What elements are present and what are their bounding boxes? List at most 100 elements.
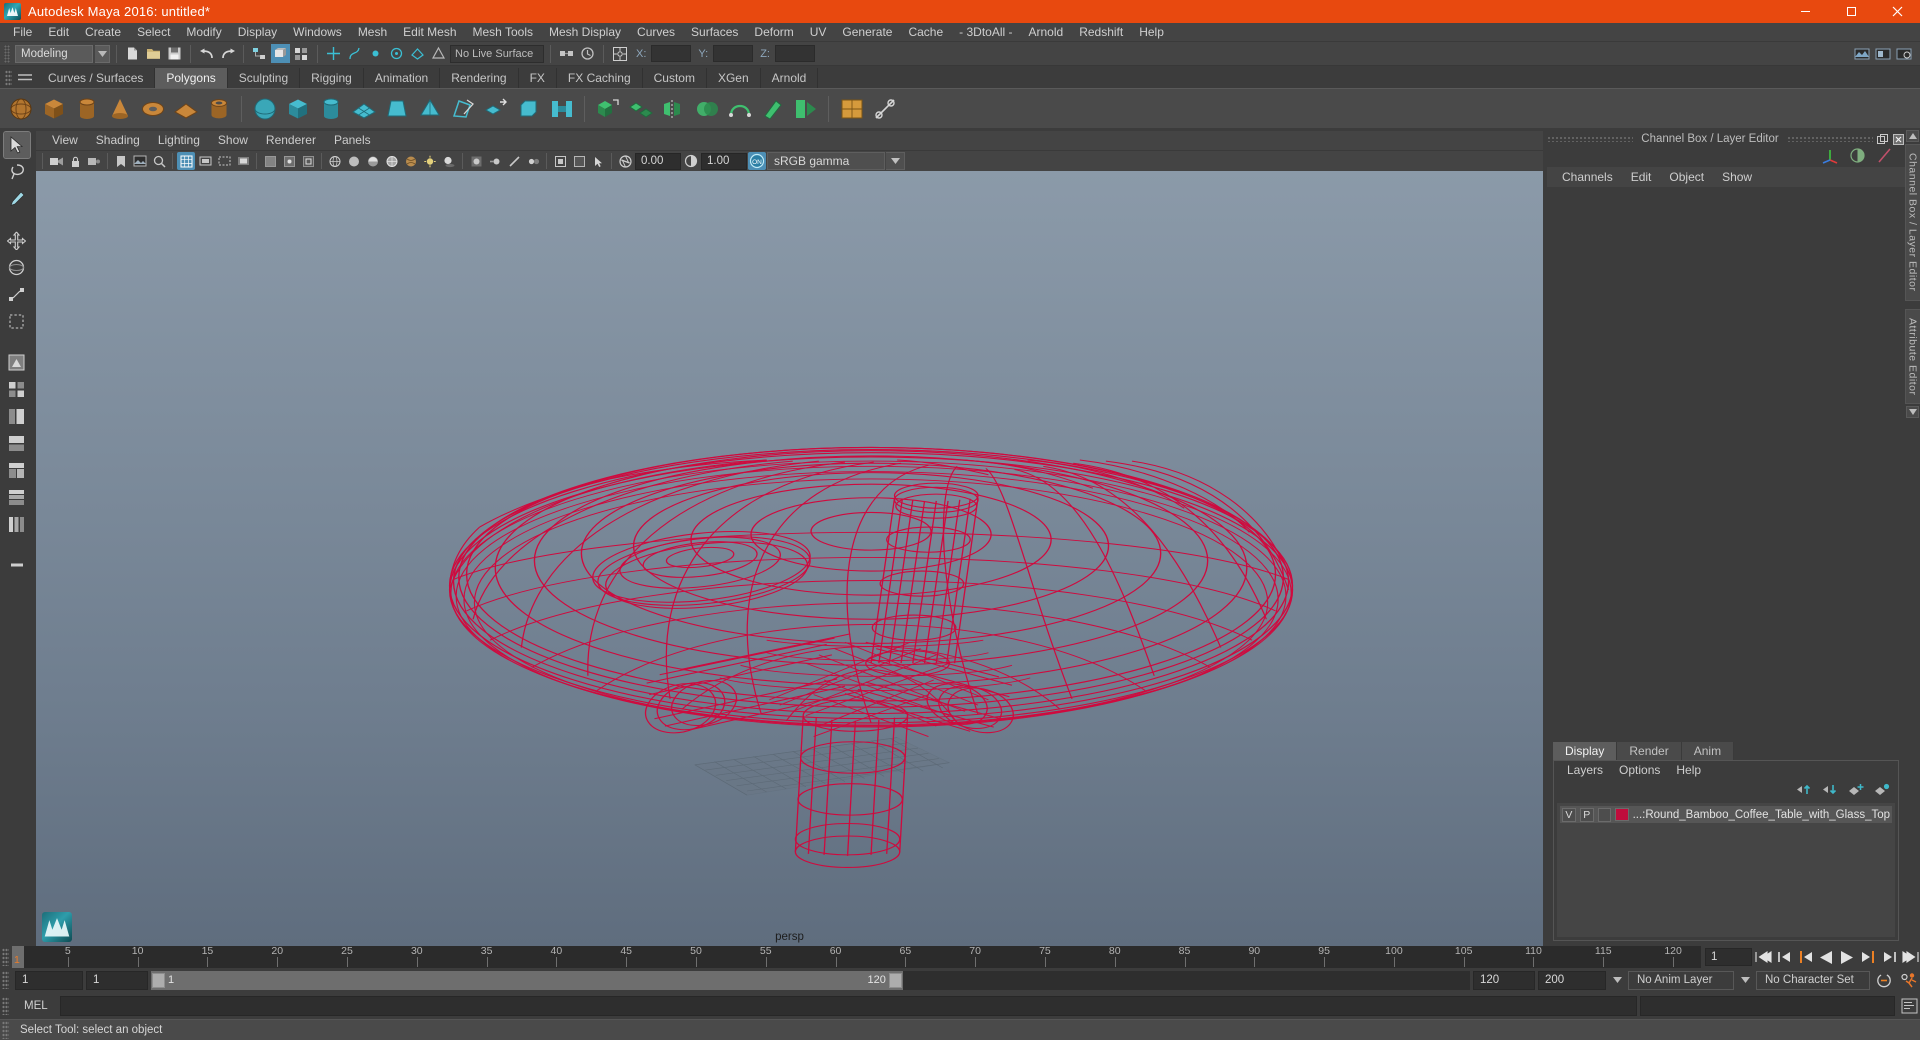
viewport-menu-panels[interactable]: Panels — [325, 131, 380, 150]
color-management-toggle-icon[interactable]: ON — [748, 152, 766, 170]
poly-sphere-icon[interactable] — [5, 93, 36, 124]
layer-color-swatch[interactable] — [1615, 808, 1629, 821]
poly-cut-face-icon[interactable] — [869, 93, 900, 124]
poly-torus-icon[interactable] — [137, 93, 168, 124]
shelf-tab-xgen[interactable]: XGen — [706, 68, 761, 88]
poly-sculpt-icon[interactable] — [757, 93, 788, 124]
grid-toggle-icon[interactable] — [177, 152, 195, 170]
layout-persp-graph[interactable] — [4, 430, 30, 456]
minimize-button[interactable] — [1782, 0, 1828, 23]
step-forward-key-icon[interactable] — [1858, 947, 1878, 967]
render-current-frame-icon[interactable] — [1852, 44, 1871, 63]
menu-item-mesh[interactable]: Mesh — [350, 23, 395, 42]
ipr-render-icon[interactable] — [1873, 44, 1892, 63]
grid-display-icon[interactable] — [570, 152, 588, 170]
snap-to-grid-icon[interactable] — [324, 44, 343, 63]
play-backwards-icon[interactable] — [1816, 947, 1836, 967]
layer-list[interactable]: V P ...:Round_Bamboo_Coffee_Table_with_G… — [1557, 803, 1895, 937]
xray-active-components-icon[interactable] — [299, 152, 317, 170]
channel-box-menu-edit[interactable]: Edit — [1622, 167, 1661, 187]
menu-item-mesh-display[interactable]: Mesh Display — [541, 23, 629, 42]
layout-more[interactable] — [4, 552, 30, 578]
chevron-down-icon[interactable] — [886, 152, 905, 170]
wireframe-icon[interactable] — [326, 152, 344, 170]
layer-type-toggle[interactable] — [1597, 807, 1612, 822]
lighting-icon[interactable] — [421, 152, 439, 170]
select-by-component-icon[interactable] — [292, 44, 311, 63]
scale-tool[interactable] — [4, 281, 30, 307]
poly-cylinder-smooth-icon[interactable] — [315, 93, 346, 124]
new-layer-icon[interactable] — [1848, 783, 1864, 799]
layer-menu-options[interactable]: Options — [1611, 761, 1668, 780]
viewport-menu-show[interactable]: Show — [209, 131, 257, 150]
shelf-tab-curves-surfaces[interactable]: Curves / Surfaces — [37, 68, 156, 88]
side-tab-channel-box[interactable]: Channel Box / Layer Editor — [1904, 144, 1920, 301]
menu-item-deform[interactable]: Deform — [746, 23, 801, 42]
poly-bevel-icon[interactable] — [513, 93, 544, 124]
maximize-button[interactable] — [1828, 0, 1874, 23]
menu-item-modify[interactable]: Modify — [178, 23, 229, 42]
menu-item-curves[interactable]: Curves — [629, 23, 683, 42]
playback-end-field[interactable]: 120 — [1473, 970, 1535, 990]
menu-item-3dtoall[interactable]: - 3DtoAll - — [951, 23, 1020, 42]
go-to-start-icon[interactable] — [1753, 947, 1773, 967]
range-bar-fill[interactable]: 1 120 — [151, 970, 903, 990]
status-line-grip[interactable] — [4, 44, 10, 63]
color-management-select[interactable]: sRGB gamma — [767, 152, 885, 170]
exposure-field[interactable]: 0.00 — [635, 152, 681, 170]
play-forwards-icon[interactable] — [1837, 947, 1857, 967]
bookmark-icon[interactable] — [112, 152, 130, 170]
layer-menu-layers[interactable]: Layers — [1559, 761, 1611, 780]
poly-prism-icon[interactable] — [381, 93, 412, 124]
lock-camera-icon[interactable] — [66, 152, 84, 170]
step-back-frame-icon[interactable] — [1774, 947, 1794, 967]
scroll-down-icon[interactable] — [1906, 405, 1919, 418]
shelf-grip[interactable] — [5, 70, 12, 86]
xray-icon[interactable] — [261, 152, 279, 170]
camera-based-selection-icon[interactable] — [589, 152, 607, 170]
help-line-grip[interactable] — [2, 1021, 9, 1039]
dock-drag-handle-right[interactable] — [1786, 136, 1874, 142]
select-by-hierarchy-icon[interactable] — [250, 44, 269, 63]
menu-item-mesh-tools[interactable]: Mesh Tools — [465, 23, 541, 42]
menu-item-uv[interactable]: UV — [802, 23, 835, 42]
shelf-tab-rigging[interactable]: Rigging — [300, 68, 364, 88]
isolate-select-icon[interactable] — [551, 152, 569, 170]
move-tool[interactable] — [4, 227, 30, 253]
scroll-up-icon[interactable] — [1906, 130, 1919, 142]
layout-two-pane[interactable] — [4, 484, 30, 510]
coord-x-field[interactable] — [651, 45, 692, 62]
poly-pyramid-icon[interactable] — [414, 93, 445, 124]
channel-box-menu-show[interactable]: Show — [1713, 167, 1761, 187]
new-scene-icon[interactable] — [123, 44, 142, 63]
channel-box-body[interactable] — [1547, 187, 1905, 741]
shelf-menu-icon[interactable] — [16, 69, 34, 85]
transform-pivot-icon[interactable] — [610, 44, 629, 63]
step-back-key-icon[interactable] — [1795, 947, 1815, 967]
viewport-menu-shading[interactable]: Shading — [87, 131, 149, 150]
menu-item-redshift[interactable]: Redshift — [1071, 23, 1131, 42]
shadows-icon[interactable] — [440, 152, 458, 170]
perspective-viewport[interactable]: Y X Z persp — [36, 171, 1543, 946]
layout-single-perspective[interactable] — [4, 349, 30, 375]
layer-playback-toggle[interactable]: P — [1579, 807, 1594, 822]
gate-mask-icon[interactable] — [234, 152, 252, 170]
camera-attributes-icon[interactable] — [85, 152, 103, 170]
select-tool[interactable] — [2, 131, 31, 159]
script-editor-icon[interactable] — [1898, 996, 1920, 1016]
menu-item-select[interactable]: Select — [129, 23, 178, 42]
coord-y-field[interactable] — [713, 45, 754, 62]
new-layer-from-selected-icon[interactable] — [1874, 783, 1890, 799]
create-polygon-tool-icon[interactable] — [447, 93, 478, 124]
command-input[interactable] — [59, 995, 1637, 1016]
range-bar[interactable]: 1 120 — [151, 970, 1470, 990]
menu-item-surfaces[interactable]: Surfaces — [683, 23, 746, 42]
go-to-end-icon[interactable] — [1900, 947, 1920, 967]
snap-to-point-icon[interactable] — [366, 44, 385, 63]
menu-item-arnold[interactable]: Arnold — [1021, 23, 1072, 42]
snap-to-view-planes-icon[interactable] — [408, 44, 427, 63]
poly-plane-icon[interactable] — [170, 93, 201, 124]
select-by-object-icon[interactable] — [271, 44, 290, 63]
move-layer-up-icon[interactable] — [1796, 783, 1812, 799]
last-tool[interactable] — [4, 308, 30, 334]
